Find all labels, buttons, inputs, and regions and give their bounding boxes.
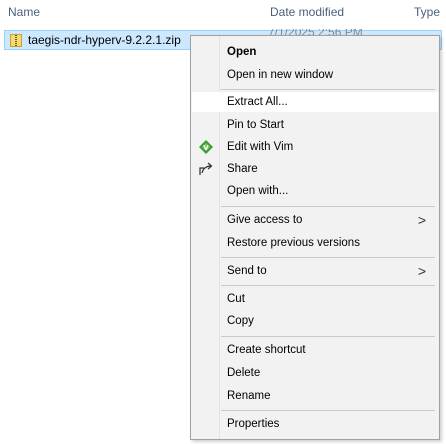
menu-item-label: Share <box>227 163 258 175</box>
menu-item-restore-previous-versions[interactable]: Restore previous versions <box>192 233 438 253</box>
menu-item-label: Edit with Vim <box>227 141 294 153</box>
menu-item-delete[interactable]: Delete <box>192 363 438 383</box>
menu-item-copy[interactable]: Copy <box>192 311 438 331</box>
menu-item-open-with[interactable]: Open with... <box>192 181 438 201</box>
chevron-right-icon: > <box>417 263 426 279</box>
menu-item-label: Give access to <box>227 214 303 226</box>
menu-item-edit-with-vim[interactable]: V Edit with Vim <box>192 137 438 157</box>
menu-item-label: Create shortcut <box>227 344 306 356</box>
menu-separator <box>221 206 435 207</box>
menu-separator <box>221 89 435 90</box>
menu-item-label: Send to <box>227 265 267 277</box>
menu-item-open[interactable]: Open <box>192 42 438 62</box>
share-icon <box>199 162 213 176</box>
menu-item-label: Restore previous versions <box>227 237 360 249</box>
menu-item-label: Delete <box>227 367 261 379</box>
svg-text:V: V <box>203 144 209 152</box>
menu-item-extract-all[interactable]: Extract All... <box>192 92 438 112</box>
menu-item-label: Extract All... <box>227 96 288 108</box>
menu-item-cut[interactable]: Cut <box>192 289 438 309</box>
menu-item-give-access-to[interactable]: Give access to > <box>192 210 438 230</box>
menu-item-create-shortcut[interactable]: Create shortcut <box>192 340 438 360</box>
menu-item-pin-to-start[interactable]: Pin to Start <box>192 115 438 135</box>
context-menu: Open Open in new window Extract All... P… <box>190 35 440 440</box>
menu-separator <box>221 410 435 411</box>
vim-icon: V <box>199 140 213 154</box>
zip-folder-icon <box>10 34 22 47</box>
menu-item-properties[interactable]: Properties <box>192 414 438 434</box>
menu-item-label: Open in new window <box>227 69 334 81</box>
column-header-name[interactable]: Name <box>8 4 40 20</box>
menu-item-open-in-new-window[interactable]: Open in new window <box>192 65 438 85</box>
column-header-type[interactable]: Type <box>414 4 440 20</box>
menu-item-share[interactable]: Share <box>192 159 438 179</box>
menu-item-label: Properties <box>227 418 280 430</box>
menu-separator <box>221 285 435 286</box>
menu-item-send-to[interactable]: Send to > <box>192 261 438 281</box>
menu-item-label: Open <box>227 46 257 58</box>
menu-item-rename[interactable]: Rename <box>192 386 438 406</box>
menu-item-label: Cut <box>227 293 245 305</box>
menu-item-label: Open with... <box>227 185 289 197</box>
menu-separator <box>221 257 435 258</box>
menu-separator <box>221 336 435 337</box>
menu-item-label: Pin to Start <box>227 119 284 131</box>
file-name: taegis-ndr-hyperv-9.2.2.1.zip <box>28 33 181 47</box>
menu-item-label: Copy <box>227 315 254 327</box>
chevron-right-icon: > <box>417 212 426 228</box>
column-header-date-modified[interactable]: Date modified <box>270 4 344 20</box>
menu-item-label: Rename <box>227 390 271 402</box>
